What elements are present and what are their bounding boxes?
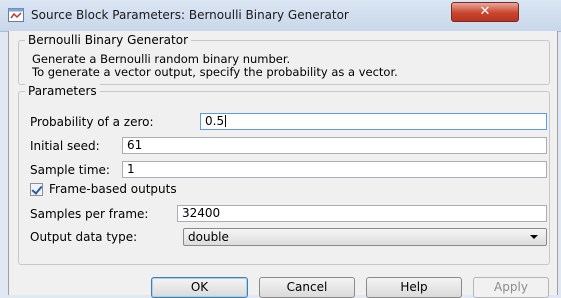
seed-label: Initial seed: [30,139,100,153]
samples-per-frame-label: Samples per frame: [30,207,149,221]
parameters-heading: Parameters [25,84,100,98]
probability-value: 0.5 [205,114,225,128]
output-type-select[interactable]: double [183,228,547,246]
text-caret [225,115,227,127]
close-icon: ✕ [479,4,491,19]
simulink-block-icon [8,8,24,22]
sample-time-input[interactable]: 1 [122,161,547,178]
close-button[interactable]: ✕ [451,2,519,22]
frame-based-label: Frame-based outputs [49,182,177,196]
samples-per-frame-input[interactable]: 32400 [177,205,547,222]
dialog-content: Bernoulli Binary Generator Generate a Be… [8,31,558,298]
output-type-value: double [188,230,229,244]
description-line-2: To generate a vector output, specify the… [32,65,398,79]
seed-input[interactable]: 61 [122,137,547,154]
window-title: Source Block Parameters: Bernoulli Binar… [31,8,349,22]
probability-input[interactable]: 0.5 [200,113,547,130]
checkmark-icon [31,183,43,195]
chevron-down-icon [530,235,538,239]
sample-time-label: Sample time: [30,163,110,177]
frame-based-checkbox[interactable] [30,183,43,196]
block-name-heading: Bernoulli Binary Generator [25,33,192,47]
probability-label: Probability of a zero: [30,115,154,129]
output-type-label: Output data type: [30,230,138,244]
block-description-group: Bernoulli Binary Generator Generate a Be… [18,33,550,85]
title-bar: Source Block Parameters: Bernoulli Binar… [0,0,561,32]
